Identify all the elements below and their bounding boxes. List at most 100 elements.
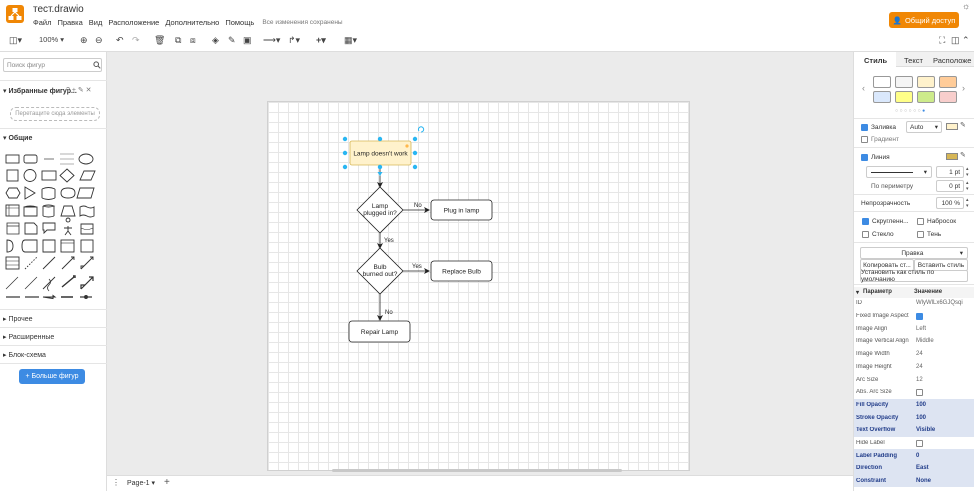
tab-text[interactable]: Текст [904,56,923,65]
line-color-icon[interactable]: ✎ [228,34,236,46]
property-value[interactable]: 24 [914,364,923,370]
panels-icon[interactable]: ◫▾ [9,34,22,46]
diagram-canvas[interactable]: Lamp doesn't work Lamp plugged in? Plug … [107,52,853,475]
node-repair-lamp[interactable]: Repair Lamp [348,320,411,343]
property-row[interactable]: Constraint None [854,474,974,488]
rotate-handle-icon[interactable] [417,126,425,133]
style-swatch[interactable] [895,91,913,103]
to-back-icon[interactable]: ⧈ [190,34,196,46]
advanced-header[interactable]: ▸ Расширенные [3,333,54,341]
property-value[interactable]: Middle [914,338,934,344]
property-value[interactable]: WlyWlLx6GJQsqi [914,300,963,306]
shape-search-input[interactable]: Поиск фигур [3,58,102,72]
property-row[interactable]: Image Width 24 [854,348,974,361]
gradient-checkbox[interactable] [861,136,868,143]
zoom-in-icon[interactable]: ⊕ [80,34,88,46]
eyedropper-icon[interactable]: ✎ [960,121,966,129]
node-plug-in-lamp[interactable]: Plug in lamp [430,199,493,221]
menu-help[interactable]: Помощь [225,18,254,27]
arc-size-handle[interactable] [405,144,409,148]
connection-arrow-icon[interactable] [377,172,383,176]
search-icon[interactable] [93,61,101,69]
property-row[interactable]: Text Overflow Visible [854,424,974,437]
style-swatch[interactable] [939,91,957,103]
property-value[interactable]: Left [914,326,926,332]
more-shapes-button[interactable]: + Больше фигур [19,369,85,384]
property-value[interactable]: None [914,478,931,484]
property-row[interactable]: Abs. Arc Size [854,386,974,399]
property-row[interactable]: Fixed Image Aspect [854,310,974,323]
property-row[interactable]: Hide Label [854,437,974,450]
zoom-out-icon[interactable]: ⊖ [95,34,103,46]
fill-color-icon[interactable]: ◈ [212,34,219,46]
spinner-icon[interactable]: ▴ ▾ [966,180,969,192]
line-checkbox[interactable] [861,154,868,161]
perimeter-input[interactable]: 0 pt [936,180,964,192]
general-shapes-palette[interactable] [4,149,104,305]
line-width-input[interactable]: 1 pt [936,166,964,178]
opacity-input[interactable]: 100 % [936,197,964,209]
waypoints-icon[interactable]: ↱▾ [288,34,300,46]
style-swatch[interactable] [895,76,913,88]
property-value[interactable]: East [914,465,929,471]
collapse-props-icon[interactable]: ▾ [856,289,859,296]
property-value[interactable]: 0 [914,453,919,459]
menu-file[interactable]: Файл [33,18,51,27]
theme-icon[interactable]: ☼ [962,1,970,11]
menu-view[interactable]: Вид [89,18,103,27]
property-row[interactable]: Label Padding 0 [854,449,974,463]
tab-arrange[interactable]: Расположе [933,56,971,65]
fill-checkbox[interactable] [861,124,868,131]
general-header[interactable]: ▾ Общие [3,134,32,142]
horizontal-scrollbar[interactable] [332,469,622,472]
menu-arrange[interactable]: Расположение [108,18,159,27]
document-title[interactable]: тест.drawio [33,4,84,15]
line-color-swatch[interactable] [946,153,958,160]
favorites-dropzone[interactable]: Перетащите сюда элементы [10,107,100,121]
style-swatch[interactable] [939,76,957,88]
swatch-page-dots[interactable]: ○○○○○○● [895,108,927,114]
undo-icon[interactable]: ↶ [116,34,124,46]
spinner-icon[interactable]: ▴ ▾ [966,197,969,209]
property-checkbox[interactable] [916,388,923,396]
rounded-checkbox[interactable] [862,218,869,225]
redo-icon[interactable]: ↷ [132,34,140,46]
pages-menu-icon[interactable]: ⋮ [112,478,120,487]
tab-style[interactable]: Стиль [864,56,887,65]
node-bulb-burned-out[interactable]: Bulb burned out? [356,247,404,295]
node-lamp-plugged-in[interactable]: Lamp plugged in? [356,186,404,234]
set-default-style-button[interactable]: Установить как стиль по умолчанию [860,269,968,283]
eyedropper-icon[interactable]: ✎ [960,151,966,159]
style-swatch[interactable] [917,91,935,103]
edit-style-select[interactable]: Правка ▾ [860,247,968,259]
property-checkbox[interactable] [916,439,923,447]
node-replace-bulb[interactable]: Replace Bulb [430,260,493,282]
property-row[interactable]: ID WlyWlLx6GJQsqi [854,297,974,310]
property-row[interactable]: Image Vertical Align Middle [854,335,974,348]
property-value[interactable]: 100 [914,415,926,421]
property-value[interactable]: 24 [914,351,923,357]
property-value[interactable]: 100 [914,402,926,408]
flowchart-header[interactable]: ▸ Блок-схема [3,351,46,359]
table-icon[interactable]: ▦▾ [344,34,357,46]
property-value[interactable]: Visible [914,427,935,433]
style-swatch[interactable] [917,76,935,88]
spinner-icon[interactable]: ▴ ▾ [966,166,969,178]
collapse-icon[interactable]: ⌃ [962,34,970,46]
share-button[interactable]: 👤 Общий доступ [889,12,959,28]
menu-extras[interactable]: Дополнительно [165,18,219,27]
next-styles-icon[interactable]: › [962,83,965,93]
to-front-icon[interactable]: ⧉ [175,34,181,46]
menu-edit[interactable]: Правка [57,18,82,27]
property-value[interactable]: 12 [914,377,923,383]
fill-color-swatch[interactable] [946,123,958,130]
glass-checkbox[interactable] [862,231,869,238]
property-row[interactable]: Direction East [854,462,974,475]
property-row[interactable]: Stroke Opacity 100 [854,411,974,424]
style-swatch[interactable] [873,76,891,88]
property-row[interactable]: Arc Size 12 [854,373,974,386]
insert-icon[interactable]: +▾ [316,34,326,46]
help-icon[interactable]: ? + ✎ ✕ [66,86,92,94]
property-row[interactable]: Fill Opacity 100 [854,398,974,412]
add-page-icon[interactable]: + [164,477,170,488]
